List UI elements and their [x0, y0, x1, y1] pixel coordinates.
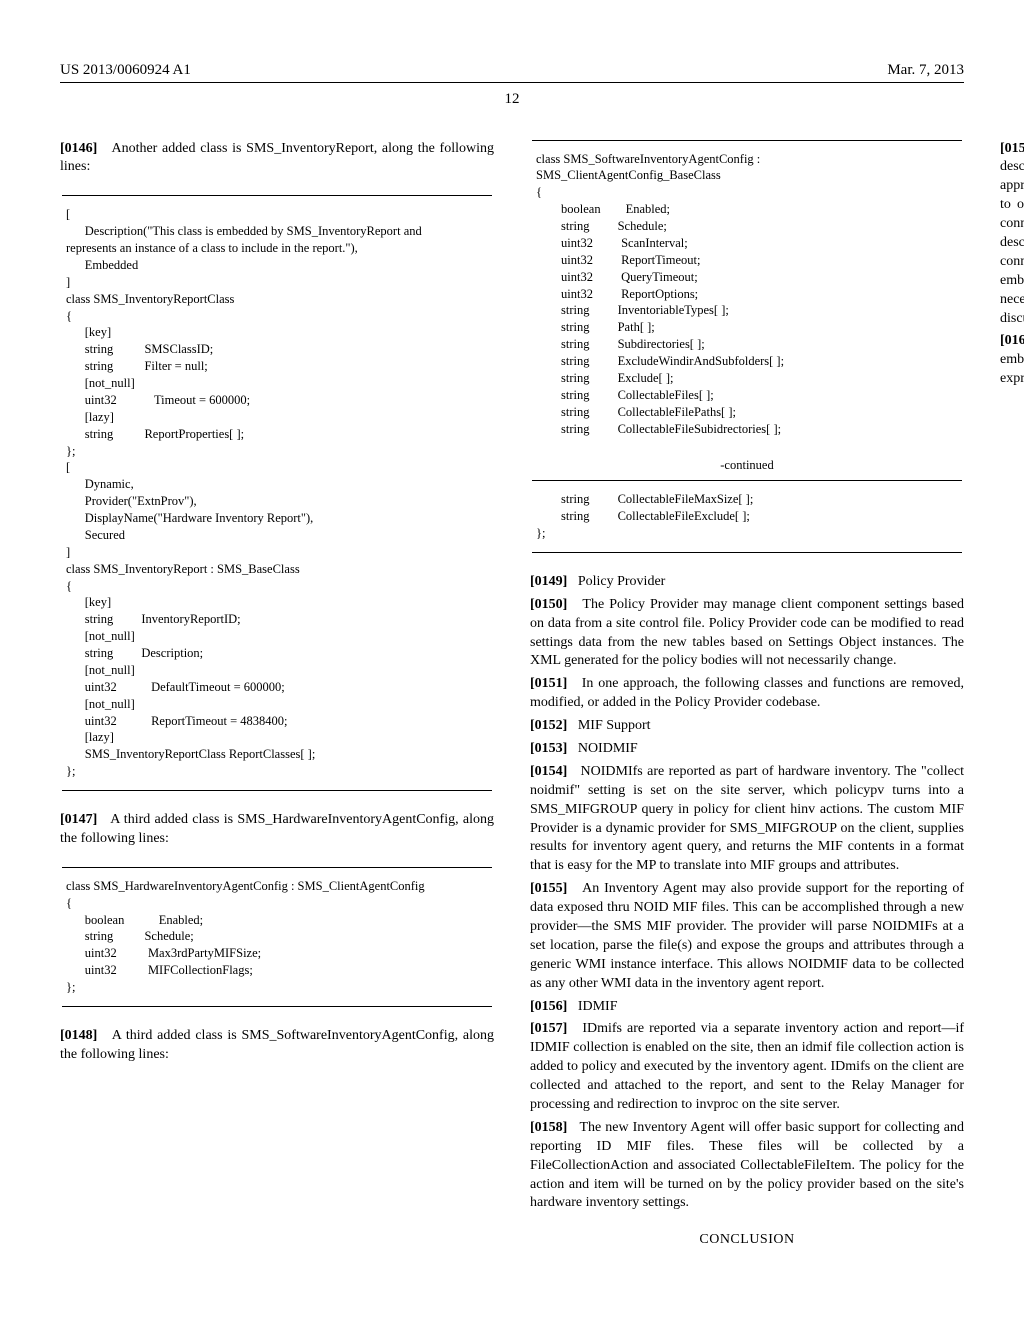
rule — [532, 480, 962, 481]
code-body: class SMS_HardwareInventoryAgentConfig :… — [60, 878, 494, 996]
para-text: Policy Provider — [578, 574, 666, 589]
code-body: class SMS_SoftwareInventoryAgentConfig :… — [530, 151, 964, 438]
para-number: [0147] — [60, 812, 97, 827]
code-listing: [ Description("This class is embedded by… — [60, 195, 494, 791]
para-number: [0152] — [530, 718, 567, 733]
page-number: 12 — [60, 89, 964, 109]
paragraph: [0152] MIF Support — [530, 717, 964, 736]
para-text: MIF Support — [578, 718, 651, 733]
paragraph: [0159] Although particular embodiments a… — [1000, 140, 1024, 329]
para-text: Although particular embodiments are expr… — [1000, 141, 1024, 326]
paragraph: [0147] A third added class is SMS_Hardwa… — [60, 811, 494, 849]
paragraph: [0151] In one approach, the following cl… — [530, 675, 964, 713]
para-number: [0155] — [530, 881, 567, 896]
continued-label: -continued — [530, 457, 964, 474]
para-text: NOIDMIF — [578, 741, 638, 756]
para-number: [0159] — [1000, 141, 1024, 156]
paragraph: [0150] The Policy Provider may manage cl… — [530, 596, 964, 672]
rule — [62, 1006, 492, 1007]
para-number: [0148] — [60, 1028, 97, 1043]
para-text: NOIDMIfs are reported as part of hardwar… — [530, 764, 964, 873]
paragraph: [0153] NOIDMIF — [530, 740, 964, 759]
rule — [62, 195, 492, 196]
publication-date: Mar. 7, 2013 — [887, 60, 964, 80]
rule — [62, 790, 492, 791]
paragraph: [0158] The new Inventory Agent will offe… — [530, 1119, 964, 1213]
rule — [532, 552, 962, 553]
paragraph: [0149] Policy Provider — [530, 573, 964, 592]
para-number: [0157] — [530, 1021, 567, 1036]
rule — [532, 140, 962, 141]
para-text: A third added class is SMS_SoftwareInven… — [60, 1028, 494, 1062]
paragraph: [0156] IDMIF — [530, 998, 964, 1017]
para-text: The Policy Provider may manage client co… — [530, 597, 964, 669]
code-body: [ Description("This class is embedded by… — [60, 206, 494, 780]
para-text: IDMIF — [578, 999, 618, 1014]
paragraph: [0146] Another added class is SMS_Invent… — [60, 140, 494, 178]
para-number: [0149] — [530, 574, 567, 589]
para-text: The new Inventory Agent will offer basic… — [530, 1120, 964, 1211]
para-number: [0158] — [530, 1120, 567, 1135]
publication-number: US 2013/0060924 A1 — [60, 60, 191, 80]
para-number: [0151] — [530, 676, 567, 691]
para-number: [0153] — [530, 741, 567, 756]
para-text: IDmifs are reported via a separate inven… — [530, 1021, 964, 1112]
page-header: US 2013/0060924 A1 Mar. 7, 2013 — [60, 60, 964, 83]
code-body: string CollectableFileMaxSize[ ]; string… — [530, 491, 964, 542]
para-number: [0154] — [530, 764, 567, 779]
para-number: [0160] — [1000, 333, 1024, 348]
patent-page: US 2013/0060924 A1 Mar. 7, 2013 12 [0146… — [0, 0, 1024, 1320]
paragraph: [0160] Not every item shown in the Figur… — [1000, 332, 1024, 389]
para-text: An Inventory Agent may also provide supp… — [530, 881, 964, 990]
paragraph: [0148] A third added class is SMS_Softwa… — [60, 1027, 494, 1065]
code-listing-continued: -continued string CollectableFileMaxSize… — [530, 457, 964, 553]
code-listing: class SMS_SoftwareInventoryAgentConfig :… — [530, 140, 964, 438]
para-number: [0146] — [60, 141, 97, 156]
paragraph: [0157] IDmifs are reported via a separat… — [530, 1020, 964, 1114]
para-text: Another added class is SMS_InventoryRepo… — [60, 141, 494, 175]
para-text: In one approach, the following classes a… — [530, 676, 964, 710]
two-column-body: [0146] Another added class is SMS_Invent… — [60, 140, 964, 1272]
paragraph: [0155] An Inventory Agent may also provi… — [530, 880, 964, 993]
para-text: A third added class is SMS_HardwareInven… — [60, 812, 494, 846]
para-number: [0156] — [530, 999, 567, 1014]
code-listing: class SMS_HardwareInventoryAgentConfig :… — [60, 867, 494, 1007]
paragraph: [0154] NOIDMIfs are reported as part of … — [530, 763, 964, 876]
section-heading-conclusion: CONCLUSION — [530, 1231, 964, 1250]
para-number: [0150] — [530, 597, 567, 612]
rule — [62, 867, 492, 868]
